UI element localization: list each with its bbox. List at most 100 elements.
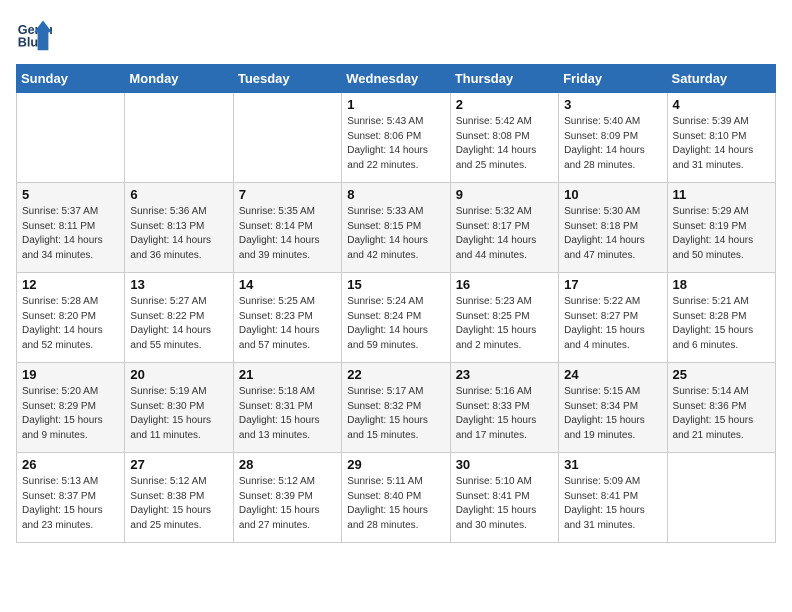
day-number: 2 (456, 97, 553, 112)
day-detail: Sunrise: 5:12 AMSunset: 8:38 PMDaylight:… (130, 475, 227, 533)
calendar-cell: 8 Sunrise: 5:33 AMSunset: 8:15 PMDaylight… (342, 183, 450, 273)
day-detail: Sunrise: 5:14 AMSunset: 8:36 PMDaylight:… (673, 385, 770, 443)
day-detail: Sunrise: 5:18 AMSunset: 8:31 PMDaylight:… (239, 385, 336, 443)
calendar-cell: 19 Sunrise: 5:20 AMSunset: 8:29 PMDayligh… (17, 363, 125, 453)
calendar-cell: 31 Sunrise: 5:09 AMSunset: 8:41 PMDayligh… (559, 453, 667, 543)
calendar-cell: 14 Sunrise: 5:25 AMSunset: 8:23 PMDayligh… (233, 273, 341, 363)
weekday-header-friday: Friday (559, 65, 667, 93)
calendar-cell: 26 Sunrise: 5:13 AMSunset: 8:37 PMDayligh… (17, 453, 125, 543)
calendar-cell: 6 Sunrise: 5:36 AMSunset: 8:13 PMDaylight… (125, 183, 233, 273)
day-number: 31 (564, 457, 661, 472)
day-number: 14 (239, 277, 336, 292)
calendar-cell (125, 93, 233, 183)
day-detail: Sunrise: 5:30 AMSunset: 8:18 PMDaylight:… (564, 205, 661, 263)
page-header: General Blue (16, 16, 776, 52)
weekday-header-tuesday: Tuesday (233, 65, 341, 93)
day-detail: Sunrise: 5:29 AMSunset: 8:19 PMDaylight:… (673, 205, 770, 263)
calendar-cell: 5 Sunrise: 5:37 AMSunset: 8:11 PMDaylight… (17, 183, 125, 273)
calendar-cell: 3 Sunrise: 5:40 AMSunset: 8:09 PMDaylight… (559, 93, 667, 183)
day-detail: Sunrise: 5:27 AMSunset: 8:22 PMDaylight:… (130, 295, 227, 353)
calendar-cell: 15 Sunrise: 5:24 AMSunset: 8:24 PMDayligh… (342, 273, 450, 363)
day-detail: Sunrise: 5:21 AMSunset: 8:28 PMDaylight:… (673, 295, 770, 353)
logo-icon: General Blue (16, 16, 52, 52)
calendar-cell: 17Sunrise: 5:22 AMSunset: 8:27 PMDayligh… (559, 273, 667, 363)
day-number: 9 (456, 187, 553, 202)
calendar-cell: 2 Sunrise: 5:42 AMSunset: 8:08 PMDaylight… (450, 93, 558, 183)
day-number: 3 (564, 97, 661, 112)
day-detail: Sunrise: 5:24 AMSunset: 8:24 PMDaylight:… (347, 295, 444, 353)
day-number: 11 (673, 187, 770, 202)
day-detail: Sunrise: 5:12 AMSunset: 8:39 PMDaylight:… (239, 475, 336, 533)
calendar-cell: 28 Sunrise: 5:12 AMSunset: 8:39 PMDayligh… (233, 453, 341, 543)
calendar-cell: 22 Sunrise: 5:17 AMSunset: 8:32 PMDayligh… (342, 363, 450, 453)
day-number: 22 (347, 367, 444, 382)
day-detail: Sunrise: 5:09 AMSunset: 8:41 PMDaylight:… (564, 475, 661, 533)
day-detail: Sunrise: 5:42 AMSunset: 8:08 PMDaylight:… (456, 115, 553, 173)
day-detail: Sunrise: 5:16 AMSunset: 8:33 PMDaylight:… (456, 385, 553, 443)
day-detail: Sunrise: 5:20 AMSunset: 8:29 PMDaylight:… (22, 385, 119, 443)
day-number: 19 (22, 367, 119, 382)
day-detail: Sunrise: 5:28 AMSunset: 8:20 PMDaylight:… (22, 295, 119, 353)
calendar-cell: 11 Sunrise: 5:29 AMSunset: 8:19 PMDayligh… (667, 183, 775, 273)
calendar-cell: 21 Sunrise: 5:18 AMSunset: 8:31 PMDayligh… (233, 363, 341, 453)
calendar-cell: 12 Sunrise: 5:28 AMSunset: 8:20 PMDayligh… (17, 273, 125, 363)
calendar-cell: 29 Sunrise: 5:11 AMSunset: 8:40 PMDayligh… (342, 453, 450, 543)
day-detail: Sunrise: 5:23 AMSunset: 8:25 PMDaylight:… (456, 295, 553, 353)
day-number: 18 (673, 277, 770, 292)
day-number: 10 (564, 187, 661, 202)
calendar-cell: 9 Sunrise: 5:32 AMSunset: 8:17 PMDaylight… (450, 183, 558, 273)
day-detail: Sunrise: 5:11 AMSunset: 8:40 PMDaylight:… (347, 475, 444, 533)
day-number: 30 (456, 457, 553, 472)
day-number: 15 (347, 277, 444, 292)
day-number: 16 (456, 277, 553, 292)
day-detail: Sunrise: 5:10 AMSunset: 8:41 PMDaylight:… (456, 475, 553, 533)
day-detail: Sunrise: 5:19 AMSunset: 8:30 PMDaylight:… (130, 385, 227, 443)
weekday-header-sunday: Sunday (17, 65, 125, 93)
calendar-cell (667, 453, 775, 543)
day-detail: Sunrise: 5:35 AMSunset: 8:14 PMDaylight:… (239, 205, 336, 263)
day-number: 7 (239, 187, 336, 202)
day-number: 8 (347, 187, 444, 202)
day-number: 20 (130, 367, 227, 382)
calendar-cell: 25Sunrise: 5:14 AMSunset: 8:36 PMDayligh… (667, 363, 775, 453)
day-detail: Sunrise: 5:37 AMSunset: 8:11 PMDaylight:… (22, 205, 119, 263)
day-detail: Sunrise: 5:32 AMSunset: 8:17 PMDaylight:… (456, 205, 553, 263)
day-detail: Sunrise: 5:22 AMSunset: 8:27 PMDaylight:… (564, 295, 661, 353)
day-number: 21 (239, 367, 336, 382)
calendar-cell: 16 Sunrise: 5:23 AMSunset: 8:25 PMDayligh… (450, 273, 558, 363)
weekday-header-wednesday: Wednesday (342, 65, 450, 93)
day-number: 28 (239, 457, 336, 472)
calendar-table: SundayMondayTuesdayWednesdayThursdayFrid… (16, 64, 776, 543)
weekday-header-thursday: Thursday (450, 65, 558, 93)
weekday-header-saturday: Saturday (667, 65, 775, 93)
calendar-cell: 23 Sunrise: 5:16 AMSunset: 8:33 PMDayligh… (450, 363, 558, 453)
day-number: 4 (673, 97, 770, 112)
day-detail: Sunrise: 5:25 AMSunset: 8:23 PMDaylight:… (239, 295, 336, 353)
day-detail: Sunrise: 5:13 AMSunset: 8:37 PMDaylight:… (22, 475, 119, 533)
day-number: 1 (347, 97, 444, 112)
calendar-cell: 20 Sunrise: 5:19 AMSunset: 8:30 PMDayligh… (125, 363, 233, 453)
calendar-cell: 18 Sunrise: 5:21 AMSunset: 8:28 PMDayligh… (667, 273, 775, 363)
day-number: 26 (22, 457, 119, 472)
calendar-cell (233, 93, 341, 183)
calendar-cell: 10 Sunrise: 5:30 AMSunset: 8:18 PMDayligh… (559, 183, 667, 273)
day-detail: Sunrise: 5:36 AMSunset: 8:13 PMDaylight:… (130, 205, 227, 263)
calendar-cell: 1 Sunrise: 5:43 AMSunset: 8:06 PMDaylight… (342, 93, 450, 183)
day-number: 24 (564, 367, 661, 382)
day-number: 13 (130, 277, 227, 292)
day-number: 12 (22, 277, 119, 292)
day-number: 6 (130, 187, 227, 202)
day-detail: Sunrise: 5:17 AMSunset: 8:32 PMDaylight:… (347, 385, 444, 443)
day-detail: Sunrise: 5:40 AMSunset: 8:09 PMDaylight:… (564, 115, 661, 173)
day-number: 23 (456, 367, 553, 382)
calendar-cell (17, 93, 125, 183)
day-detail: Sunrise: 5:43 AMSunset: 8:06 PMDaylight:… (347, 115, 444, 173)
calendar-cell: 24Sunrise: 5:15 AMSunset: 8:34 PMDayligh… (559, 363, 667, 453)
calendar-cell: 27 Sunrise: 5:12 AMSunset: 8:38 PMDayligh… (125, 453, 233, 543)
day-number: 29 (347, 457, 444, 472)
logo: General Blue (16, 16, 56, 52)
calendar-cell: 13 Sunrise: 5:27 AMSunset: 8:22 PMDayligh… (125, 273, 233, 363)
day-number: 27 (130, 457, 227, 472)
day-number: 5 (22, 187, 119, 202)
day-detail: Sunrise: 5:33 AMSunset: 8:15 PMDaylight:… (347, 205, 444, 263)
